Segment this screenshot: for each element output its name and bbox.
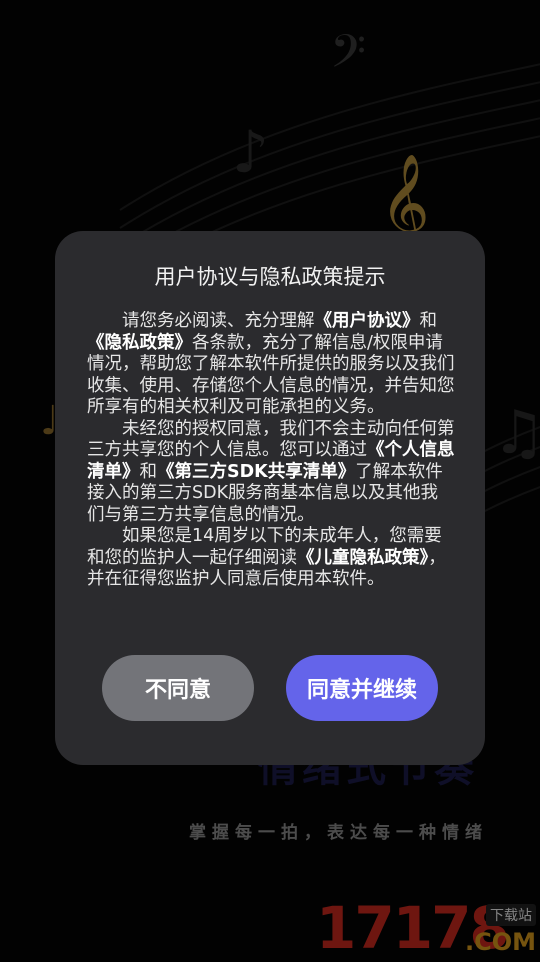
paragraph-minors: 如果您是14周岁以下的未成年人，您需要和您的监护人一起仔细阅读《儿童隐私政策》，…	[87, 526, 455, 591]
user-agreement-link[interactable]: 《用户协议》	[315, 311, 420, 331]
paragraph-text: 请您务必阅读、充分理解	[122, 311, 315, 331]
privacy-policy-link[interactable]: 《隐私政策》	[87, 333, 192, 353]
dialog-title: 用户协议与隐私政策提示	[154, 265, 386, 289]
dialog-body[interactable]: 请您务必阅读、充分理解《用户协议》和《隐私政策》各条款，充分了解信息/权限申请情…	[87, 311, 455, 627]
paragraph-consent: 请您务必阅读、充分理解《用户协议》和《隐私政策》各条款，充分了解信息/权限申请情…	[87, 311, 455, 419]
agree-continue-button[interactable]: 同意并继续	[286, 655, 438, 721]
third-party-sdk-list-link[interactable]: 《第三方SDK共享清单》	[157, 462, 355, 482]
disagree-button[interactable]: 不同意	[102, 655, 254, 721]
paragraph-sharing: 未经您的授权同意，我们不会主动向任何第三方共享您的个人信息。您可以通过《个人信息…	[87, 419, 455, 527]
child-privacy-policy-link[interactable]: 《儿童隐私政策》	[297, 548, 428, 568]
paragraph-text: 和	[139, 461, 158, 482]
privacy-dialog: 用户协议与隐私政策提示 请您务必阅读、充分理解《用户协议》和《隐私政策》各条款，…	[55, 231, 485, 765]
paragraph-text: 和	[419, 311, 438, 331]
